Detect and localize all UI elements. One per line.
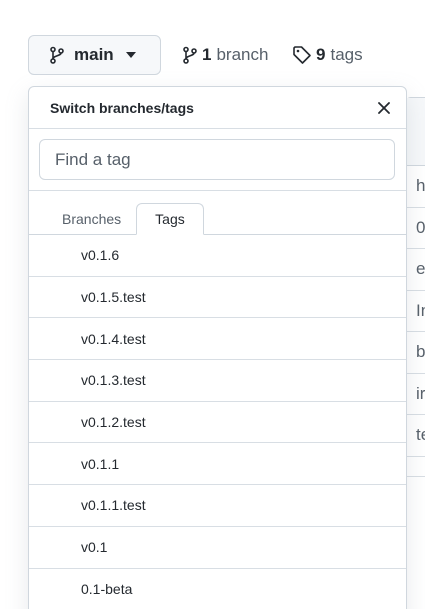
tag-item[interactable]: v0.1.4.test	[29, 318, 406, 361]
file-list-background: h 0 e In b ir te	[405, 97, 425, 609]
file-row: 0	[406, 208, 425, 249]
tag-item[interactable]: v0.1	[29, 527, 406, 569]
file-row: e	[406, 249, 425, 291]
dropdown-header: Switch branches/tags	[29, 87, 406, 129]
filter-container	[29, 129, 406, 191]
file-row: b	[406, 332, 425, 374]
find-tag-input[interactable]	[39, 139, 395, 180]
tag-item[interactable]: v0.1.3.test	[29, 360, 406, 402]
tab-tags[interactable]: Tags	[136, 203, 204, 235]
dropdown-title: Switch branches/tags	[50, 99, 194, 116]
tag-icon	[292, 45, 312, 65]
current-branch-label: main	[74, 45, 114, 64]
git-branch-icon	[182, 46, 198, 64]
branch-word: branch	[216, 45, 269, 64]
caret-down-icon	[125, 52, 136, 58]
tag-item[interactable]: v0.1.1.test	[29, 485, 406, 527]
branch-selector-button[interactable]: main	[28, 35, 161, 75]
tag-count: 9	[316, 45, 326, 64]
git-branch-icon	[49, 46, 65, 64]
tab-branches[interactable]: Branches	[47, 203, 136, 235]
file-list-header	[406, 98, 425, 166]
tags-link[interactable]: 9 tags	[292, 43, 363, 67]
ref-tabs: Branches Tags	[29, 191, 406, 235]
switch-branches-tags-dropdown: Switch branches/tags Branches Tags v0.1.…	[28, 86, 407, 609]
file-row: h	[406, 166, 425, 208]
tag-item[interactable]: v0.1.6	[29, 235, 406, 277]
file-row-empty	[406, 457, 425, 477]
branch-count: 1	[202, 45, 212, 64]
tag-item[interactable]: v0.1.2.test	[29, 402, 406, 444]
file-row: In	[406, 291, 425, 332]
file-row: te	[406, 415, 425, 457]
tag-item[interactable]: v0.1.1	[29, 443, 406, 486]
tag-word: tags	[330, 45, 363, 64]
close-icon[interactable]	[374, 98, 394, 118]
branches-link[interactable]: 1 branch	[182, 43, 268, 67]
tag-list: v0.1.6 v0.1.5.test v0.1.4.test v0.1.3.te…	[29, 235, 406, 609]
file-row: ir	[406, 374, 425, 415]
tag-item[interactable]: 0.1-beta	[29, 569, 406, 609]
tag-item[interactable]: v0.1.5.test	[29, 277, 406, 319]
